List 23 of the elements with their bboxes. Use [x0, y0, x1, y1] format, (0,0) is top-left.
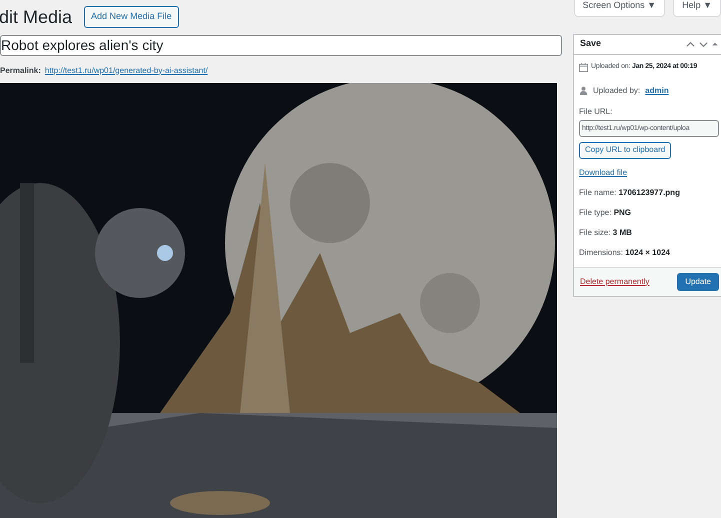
page-heading: dit Media [0, 6, 72, 27]
title-field[interactable]: Robot explores alien's city [0, 34, 562, 56]
update-button[interactable]: Update [677, 272, 719, 290]
header-tab-button[interactable]: Screen Options ▼ [574, 0, 666, 16]
chevron-down-icon[interactable] [699, 40, 708, 48]
permalink-link[interactable]: http://test1.ru/wp01/generated-by-ai-assistant/ [44, 64, 208, 76]
file-detail-text: File name: 1706123977.png [579, 186, 681, 198]
file-detail-text: File size: 3 MB [579, 226, 633, 238]
panel-title: Save [580, 37, 602, 50]
file-url-label: File URL: [579, 106, 614, 118]
author-link[interactable]: admin [645, 84, 669, 96]
download-link[interactable]: Download file [579, 168, 628, 176]
uploaded-by-label: Uploaded by: [593, 84, 640, 96]
header-tab-button[interactable]: Help ▼ [673, 0, 721, 16]
file-detail-text: File type: PNG [579, 206, 632, 218]
copy-url-button[interactable]: Copy URL to clipboard [579, 142, 672, 158]
file-detail-text: Dimensions: 1024 × 1024 [579, 246, 671, 258]
calendar-icon [579, 63, 588, 72]
user-icon [579, 86, 588, 95]
permalink-label: Permalink: [0, 64, 41, 76]
chevron-up-icon[interactable] [686, 40, 695, 48]
delete-link[interactable]: Delete permanently [580, 276, 650, 288]
add-new-button[interactable]: Add New Media File [84, 6, 179, 28]
